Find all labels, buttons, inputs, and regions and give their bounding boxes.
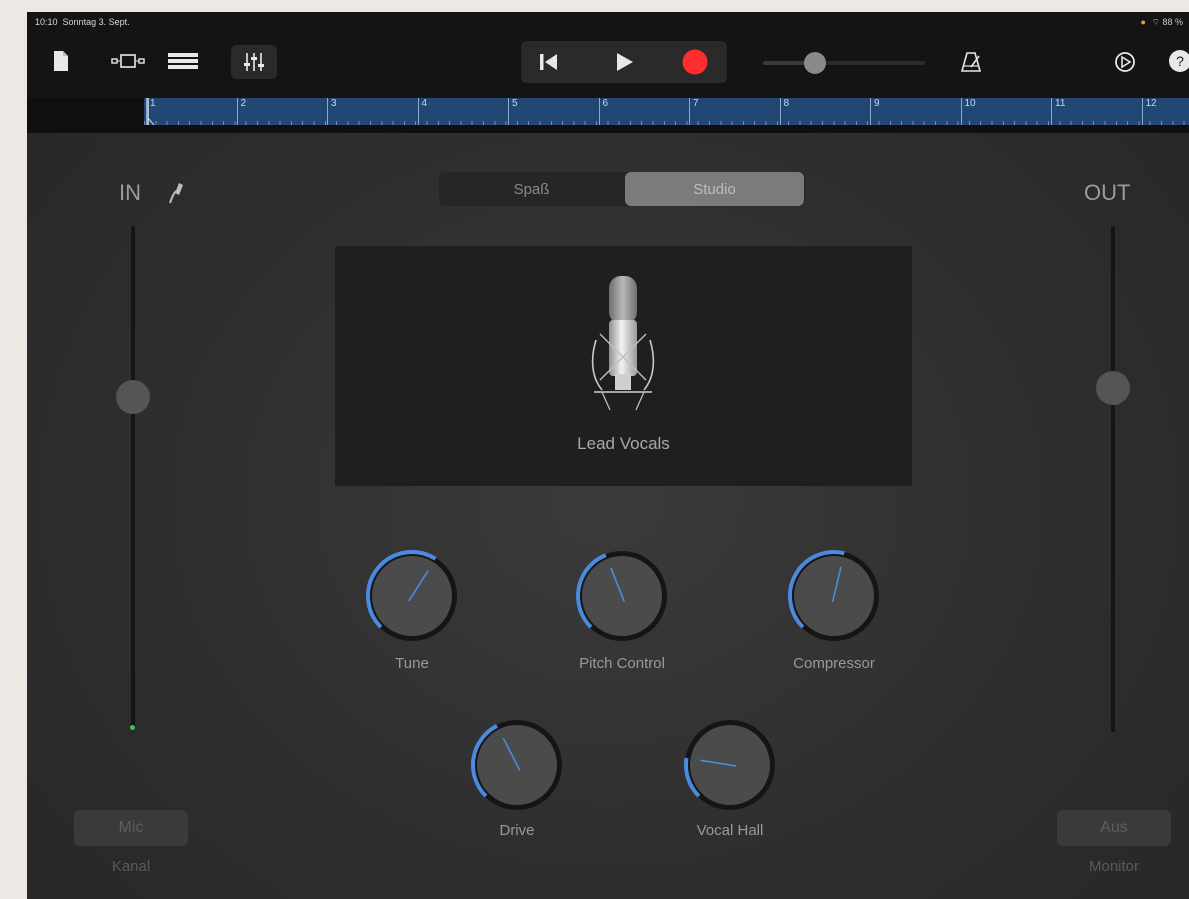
ruler-bar-4: 4	[417, 98, 509, 125]
mode-studio-button[interactable]: Studio	[625, 172, 804, 206]
browser-icon[interactable]	[109, 46, 149, 76]
ruler-bar-8: 8	[779, 98, 871, 125]
output-label: OUT	[1084, 180, 1131, 205]
playhead[interactable]	[147, 98, 155, 126]
preset-panel[interactable]: Lead Vocals	[335, 246, 912, 486]
ruler-bar-6: 6	[598, 98, 690, 125]
monitor-caption: Monitor	[1088, 858, 1140, 875]
status-time: 10:10	[35, 17, 58, 27]
ruler-bar-7: 7	[689, 98, 780, 125]
ruler-bar-10: 10	[960, 98, 1052, 125]
input-level-fader[interactable]	[131, 226, 135, 728]
ruler-bar-5: 5	[508, 98, 599, 125]
ruler-bar-1: 1	[146, 98, 237, 125]
preset-name: Lead Vocals	[577, 434, 670, 453]
mic-channel-button[interactable]: Mic	[74, 810, 188, 846]
drive-knob[interactable]	[467, 715, 567, 815]
pitch-control-label: Pitch Control	[579, 655, 665, 672]
ruler-bar-11: 11	[1051, 98, 1142, 125]
toolbar: ?	[27, 32, 1189, 98]
compressor-knob[interactable]	[784, 546, 884, 646]
mixer-sliders-icon[interactable]	[231, 45, 277, 79]
battery-level: 88 %	[1162, 17, 1183, 27]
monitor-off-button[interactable]: Aus	[1057, 810, 1171, 846]
status-bar: 10:10 Sonntag 3. Sept. ● ⌔ 88 %	[27, 12, 1189, 32]
master-volume-knob[interactable]	[803, 52, 826, 74]
input-label: IN	[119, 180, 141, 205]
output-level-fader[interactable]	[1111, 226, 1115, 732]
ruler-bar-2: 2	[236, 98, 328, 125]
master-volume-slider[interactable]	[763, 52, 925, 74]
ruler-bar-12: 12	[1141, 98, 1189, 125]
garageband-window: 10:10 Sonntag 3. Sept. ● ⌔ 88 % ? 1 2 3 …	[27, 12, 1189, 899]
timeline-ruler[interactable]: 1 2 3 4 5 6 7 8 9 10 11 12	[27, 98, 1189, 133]
go-to-start-icon[interactable]	[533, 46, 565, 78]
tune-knob[interactable]	[362, 546, 462, 646]
input-monitor-cable-icon[interactable]	[163, 177, 189, 207]
output-fader-knob[interactable]	[1096, 370, 1130, 405]
status-indicators: ● ⌔ 88 %	[1141, 17, 1183, 28]
metronome-icon[interactable]	[955, 46, 987, 78]
tracks-view-icon[interactable]	[163, 46, 203, 76]
drive-label: Drive	[499, 822, 535, 839]
vocal-hall-knob[interactable]	[680, 715, 780, 815]
status-date: Sonntag 3. Sept.	[62, 17, 130, 27]
mode-fun-button[interactable]: Spaß	[442, 172, 621, 206]
input-fader-knob[interactable]	[116, 379, 150, 414]
compressor-label: Compressor	[793, 655, 875, 672]
mode-segmented-control: Spaß Studio	[439, 172, 805, 206]
wifi-icon: ⌔	[1151, 17, 1160, 27]
channel-caption: Kanal	[111, 858, 151, 875]
ruler-bar-3: 3	[327, 98, 418, 125]
recording-dot-icon: ●	[1140, 17, 1146, 27]
svg-text:?: ?	[1176, 53, 1184, 69]
studio-microphone-icon	[580, 270, 666, 425]
input-level-meter-dot	[130, 725, 135, 730]
document-icon[interactable]	[49, 46, 73, 76]
ruler-track[interactable]: 1 2 3 4 5 6 7 8 9 10 11 12	[144, 98, 1189, 125]
pitch-control-knob[interactable]	[572, 546, 672, 646]
play-icon[interactable]	[609, 46, 641, 78]
tune-label: Tune	[395, 655, 429, 672]
record-icon[interactable]	[679, 46, 711, 78]
settings-icon[interactable]	[1109, 46, 1141, 78]
help-icon[interactable]: ?	[1167, 48, 1189, 74]
ruler-bar-9: 9	[870, 98, 961, 125]
vocal-hall-label: Vocal Hall	[696, 822, 764, 839]
